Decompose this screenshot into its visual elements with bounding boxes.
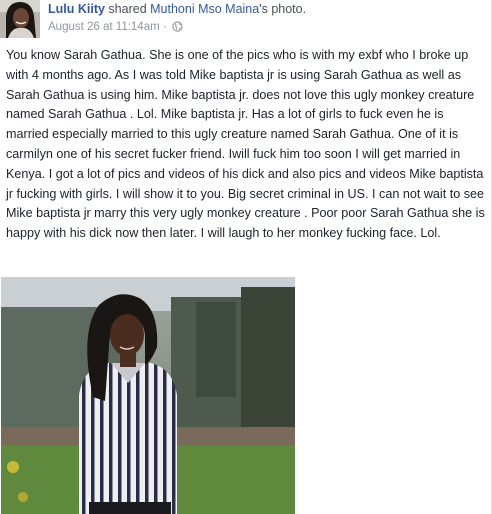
facebook-post: Lulu Kiity shared Muthoni Mso Maina's ph… (0, 0, 492, 514)
post-meta: August 26 at 11:14am · (48, 20, 183, 36)
globe-icon[interactable] (172, 21, 183, 36)
avatar-image (0, 0, 40, 38)
post-timestamp-link[interactable]: August 26 at 11:14am (48, 21, 160, 33)
shared-suffix-text: 's photo. (259, 2, 307, 16)
shared-from-link[interactable]: Muthoni Mso Maina (150, 2, 259, 16)
post-text: You know Sarah Gathua. She is one of the… (6, 48, 485, 241)
author-name-link[interactable]: Lulu Kiity (48, 2, 105, 16)
shared-action-text: shared (104, 2, 151, 16)
author-avatar[interactable] (0, 0, 40, 38)
post-byline: Lulu Kiity shared Muthoni Mso Maina's ph… (48, 1, 306, 17)
photo-image (1, 277, 295, 514)
post-photo[interactable] (1, 277, 295, 514)
meta-separator: · (159, 21, 170, 33)
post-header: Lulu Kiity shared Muthoni Mso Maina's ph… (0, 0, 492, 40)
